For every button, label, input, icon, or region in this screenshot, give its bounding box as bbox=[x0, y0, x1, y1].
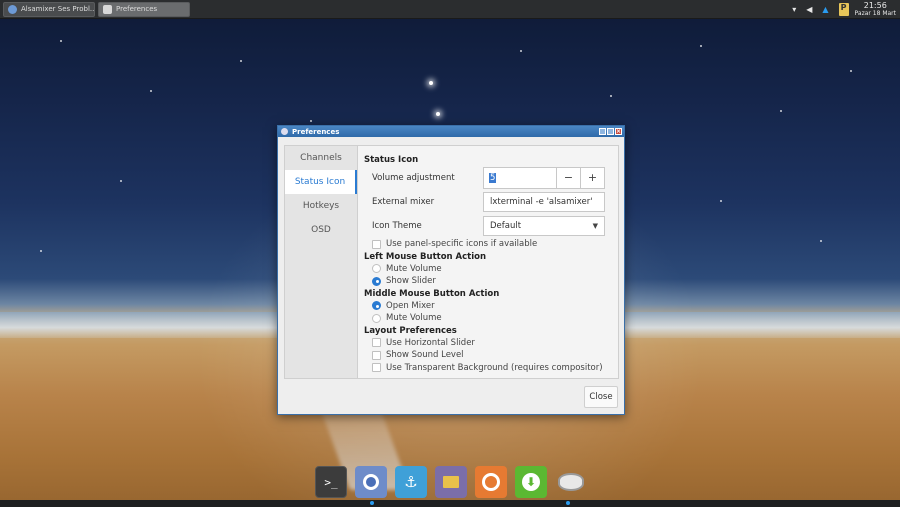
running-indicator bbox=[566, 501, 570, 505]
browser-icon bbox=[8, 4, 17, 14]
system-tray: ▾ ◀ ▲ P 21:56 Pazar 18 Mart bbox=[792, 0, 900, 19]
option-label: Use Horizontal Slider bbox=[386, 337, 475, 348]
icon-theme-row: Icon Theme Default ▼ bbox=[364, 214, 610, 238]
radio-button[interactable] bbox=[372, 313, 381, 323]
checkbox[interactable] bbox=[372, 338, 381, 348]
tab-osd[interactable]: OSD bbox=[285, 218, 357, 242]
left-mute-volume-option[interactable]: Mute Volume bbox=[364, 263, 610, 276]
show-sound-level-option[interactable]: Show Sound Level bbox=[364, 349, 610, 362]
transparent-background-option[interactable]: Use Transparent Background (requires com… bbox=[364, 362, 610, 375]
disk-icon[interactable] bbox=[555, 466, 587, 498]
chromium-icon[interactable] bbox=[355, 466, 387, 498]
middle-open-mixer-option[interactable]: Open Mixer bbox=[364, 300, 610, 313]
network-icon[interactable]: ▾ bbox=[792, 5, 796, 14]
volume-adjustment-spinbox[interactable]: 5 − + bbox=[483, 167, 605, 189]
notes-icon[interactable]: P bbox=[838, 3, 849, 16]
download-icon[interactable]: ⬇ bbox=[515, 466, 547, 498]
disc-icon[interactable] bbox=[475, 466, 507, 498]
tab-status-icon[interactable]: Status Icon bbox=[285, 170, 357, 194]
window-title: Preferences bbox=[292, 127, 340, 136]
section-heading-left-mouse: Left Mouse Button Action bbox=[364, 251, 487, 262]
status-icon-content: Status Icon Volume adjustment 5 − + Exte… bbox=[364, 154, 610, 374]
left-show-slider-option[interactable]: Show Slider bbox=[364, 275, 610, 288]
terminal-icon[interactable]: >_ bbox=[315, 466, 347, 498]
clock-date: Pazar 18 Mart bbox=[854, 9, 896, 17]
section-heading-status-icon: Status Icon bbox=[364, 155, 419, 165]
icon-theme-value: Default bbox=[490, 221, 522, 231]
panel-specific-icons-option[interactable]: Use panel-specific icons if available bbox=[364, 238, 610, 251]
option-label: Mute Volume bbox=[386, 313, 442, 324]
section-heading-layout: Layout Preferences bbox=[364, 325, 457, 336]
option-label: Use Transparent Background (requires com… bbox=[386, 362, 603, 373]
top-panel: Alsamixer Ses Probl... Preferences ▾ ◀ ▲… bbox=[0, 0, 900, 19]
close-window-button[interactable]: × bbox=[615, 128, 622, 135]
window-titlebar[interactable]: Preferences × bbox=[278, 126, 624, 137]
external-mixer-label: External mixer bbox=[372, 197, 435, 207]
running-indicator bbox=[370, 501, 374, 505]
tab-channels[interactable]: Channels bbox=[285, 146, 357, 170]
window-icon bbox=[281, 128, 288, 135]
dropdown-arrow-icon: ▼ bbox=[592, 222, 598, 230]
radio-button[interactable] bbox=[372, 276, 381, 286]
decrement-button[interactable]: − bbox=[556, 168, 580, 188]
horizontal-slider-option[interactable]: Use Horizontal Slider bbox=[364, 337, 610, 350]
taskbar-item-preferences[interactable]: Preferences bbox=[98, 1, 190, 17]
volume-adjustment-row: Volume adjustment 5 − + bbox=[364, 166, 610, 190]
panel-specific-icons-checkbox[interactable] bbox=[372, 239, 381, 249]
option-label: Show Slider bbox=[386, 276, 436, 287]
option-label: Open Mixer bbox=[386, 300, 435, 311]
update-icon[interactable]: ▲ bbox=[822, 5, 828, 14]
clock-time: 21:56 bbox=[863, 0, 887, 10]
taskbar-item-label: Alsamixer Ses Probl... bbox=[21, 5, 95, 13]
maximize-button[interactable] bbox=[607, 128, 614, 135]
icon-theme-label: Icon Theme bbox=[372, 221, 422, 231]
external-mixer-row: External mixer lxterminal -e 'alsamixer' bbox=[364, 190, 610, 214]
preferences-window: Preferences × Channels Status Icon Hotke… bbox=[277, 125, 625, 415]
preferences-icon bbox=[103, 4, 112, 14]
minimize-button[interactable] bbox=[599, 128, 606, 135]
option-label: Show Sound Level bbox=[386, 350, 464, 361]
volume-adjustment-label: Volume adjustment bbox=[372, 173, 455, 183]
checkbox[interactable] bbox=[372, 363, 381, 373]
tab-hotkeys[interactable]: Hotkeys bbox=[285, 194, 357, 218]
files-icon[interactable] bbox=[435, 466, 467, 498]
section-heading-middle-mouse: Middle Mouse Button Action bbox=[364, 288, 500, 299]
taskbar-item-label: Preferences bbox=[116, 5, 158, 13]
radio-button[interactable] bbox=[372, 301, 381, 311]
dock: >_ ⚓ ⬇ bbox=[312, 464, 590, 500]
close-button[interactable]: Close bbox=[584, 386, 618, 408]
volume-icon[interactable]: ◀ bbox=[806, 5, 812, 14]
tab-list: Channels Status Icon Hotkeys OSD bbox=[285, 146, 358, 378]
anchor-icon[interactable]: ⚓ bbox=[395, 466, 427, 498]
preferences-panel: Channels Status Icon Hotkeys OSD Status … bbox=[284, 145, 619, 379]
dock-bar bbox=[0, 500, 900, 507]
middle-mute-volume-option[interactable]: Mute Volume bbox=[364, 312, 610, 325]
increment-button[interactable]: + bbox=[580, 168, 604, 188]
taskbar-item-alsamixer[interactable]: Alsamixer Ses Probl... bbox=[3, 1, 95, 17]
external-mixer-input[interactable]: lxterminal -e 'alsamixer' bbox=[483, 192, 605, 212]
volume-adjustment-input[interactable]: 5 bbox=[484, 168, 556, 188]
radio-button[interactable] bbox=[372, 264, 381, 274]
clock[interactable]: 21:56 Pazar 18 Mart bbox=[854, 0, 896, 18]
option-label: Mute Volume bbox=[386, 263, 442, 274]
option-label: Use panel-specific icons if available bbox=[386, 239, 538, 250]
icon-theme-dropdown[interactable]: Default ▼ bbox=[483, 216, 605, 236]
checkbox[interactable] bbox=[372, 350, 381, 360]
